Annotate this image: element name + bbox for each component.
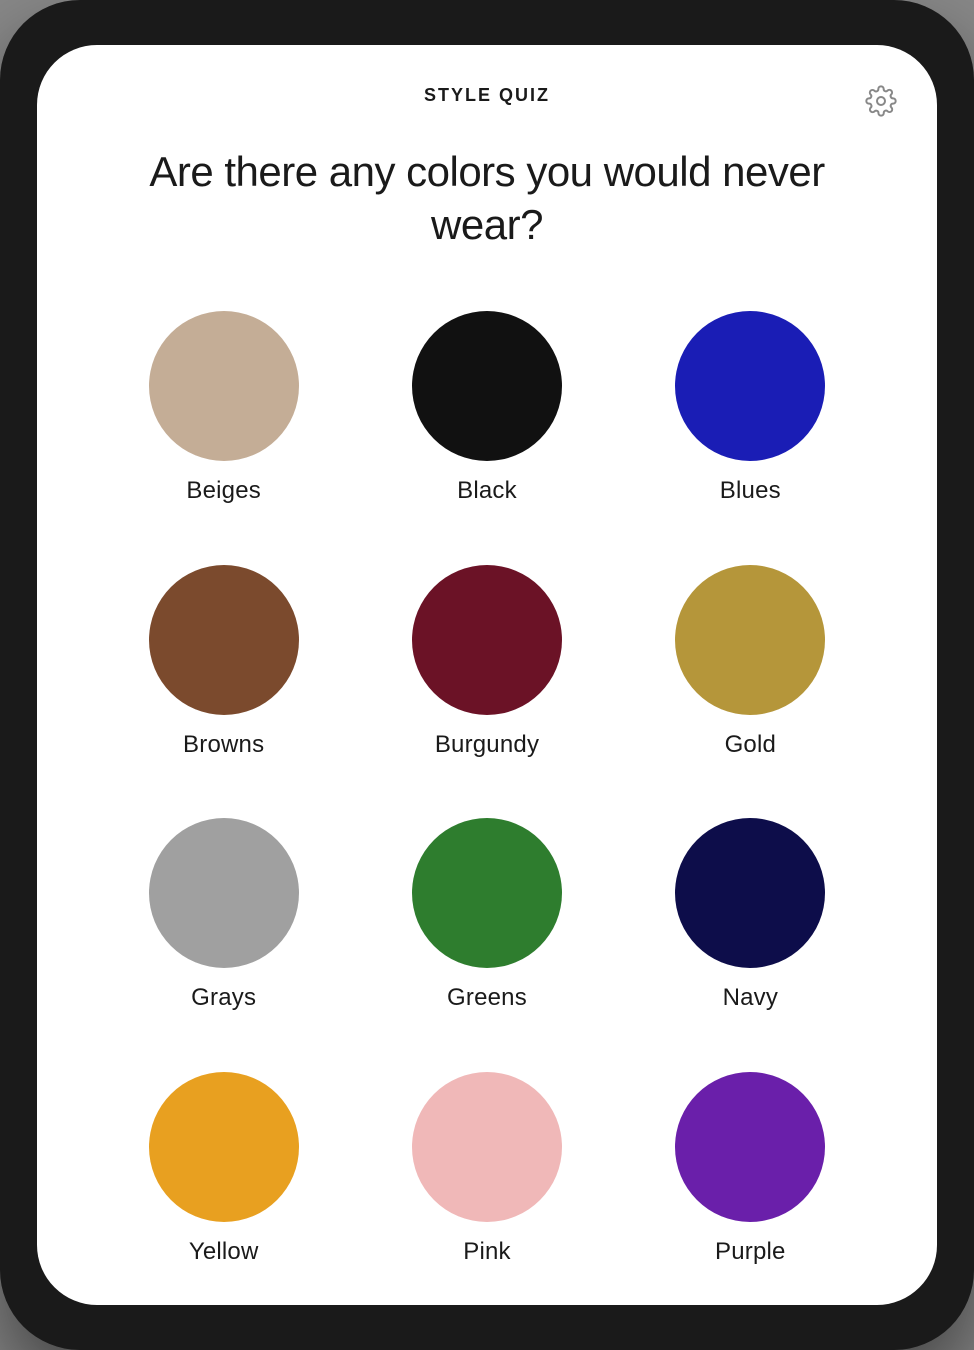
color-label-pink: Pink [463,1238,511,1266]
color-label-gold: Gold [725,731,777,759]
color-item-purple[interactable]: Purple [624,1072,877,1306]
color-circle-pink [412,1072,562,1222]
color-label-navy: Navy [723,984,778,1012]
page-title: STYLE QUIZ [424,85,550,106]
color-label-yellow: Yellow [189,1238,259,1266]
header: STYLE QUIZ [37,45,937,126]
color-label-blues: Blues [720,477,781,505]
color-label-black: Black [457,477,517,505]
color-item-beiges[interactable]: Beiges [97,311,350,545]
color-circle-gold [675,565,825,715]
color-label-greens: Greens [447,984,527,1012]
color-circle-yellow [149,1072,299,1222]
color-circle-purple [675,1072,825,1222]
color-circle-browns [149,565,299,715]
phone-screen: STYLE QUIZ Are there any colors you woul… [37,45,937,1305]
color-item-gold[interactable]: Gold [624,565,877,799]
color-label-purple: Purple [715,1238,786,1266]
color-item-burgundy[interactable]: Burgundy [360,565,613,799]
color-label-grays: Grays [191,984,256,1012]
color-circle-grays [149,818,299,968]
color-label-beiges: Beiges [186,477,261,505]
phone-frame: STYLE QUIZ Are there any colors you woul… [0,0,974,1350]
color-label-browns: Browns [183,731,264,759]
color-circle-black [412,311,562,461]
color-item-pink[interactable]: Pink [360,1072,613,1306]
color-item-grays[interactable]: Grays [97,818,350,1052]
settings-icon[interactable] [865,85,897,122]
color-label-burgundy: Burgundy [435,731,539,759]
color-circle-burgundy [412,565,562,715]
color-circle-blues [675,311,825,461]
color-item-navy[interactable]: Navy [624,818,877,1052]
colors-grid: Beiges Black Blues Browns Burgundy Gold Grays G… [37,291,937,1305]
color-item-greens[interactable]: Greens [360,818,613,1052]
question-text: Are there any colors you would never wea… [97,146,877,251]
question-section: Are there any colors you would never wea… [37,126,937,291]
color-item-yellow[interactable]: Yellow [97,1072,350,1306]
color-item-black[interactable]: Black [360,311,613,545]
color-circle-navy [675,818,825,968]
color-circle-greens [412,818,562,968]
color-item-browns[interactable]: Browns [97,565,350,799]
color-circle-beiges [149,311,299,461]
color-item-blues[interactable]: Blues [624,311,877,545]
